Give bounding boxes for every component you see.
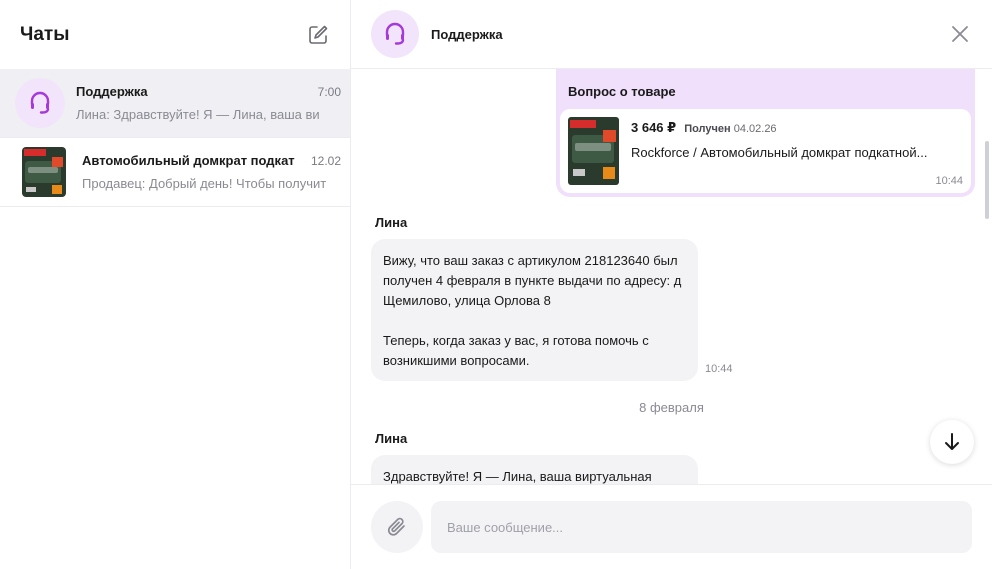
message-sender: Лина	[375, 215, 408, 230]
chat-name: Поддержка	[76, 84, 148, 99]
chat-name: Автомобильный домкрат подкат	[82, 153, 295, 168]
scroll-to-bottom-button[interactable]	[930, 420, 974, 464]
paperclip-icon	[387, 517, 405, 536]
headset-icon	[385, 22, 405, 45]
message-time: 10:44	[935, 175, 963, 187]
product-thumbnail	[22, 147, 66, 197]
compose-icon	[309, 25, 328, 44]
message-bubble: Здравствуйте! Я — Лина, ваша виртуальная	[371, 455, 698, 484]
conversation-title: Поддержка	[431, 26, 503, 42]
message-sender: Лина	[375, 431, 408, 446]
attach-button[interactable]	[371, 501, 423, 553]
product-image	[568, 117, 619, 185]
message-text: Здравствуйте! Я — Лина, ваша виртуальная	[383, 469, 652, 484]
chat-row: Автомобильный домкрат подкат 12.02	[82, 153, 341, 168]
chat-preview: Лина: Здравствуйте! Я — Лина, ваша ви	[76, 107, 320, 122]
chat-preview: Продавец: Добрый день! Чтобы получит	[82, 176, 327, 191]
close-icon	[952, 26, 968, 42]
sidebar: Чаты Поддержка 7:00 Лина: Здравствуйте! …	[0, 0, 351, 569]
product-card-label: Вопрос о товаре	[568, 84, 676, 99]
product-price: 3 646 ₽	[631, 120, 677, 135]
chat-body: Автомобильный домкрат подкат 12.02 Прода…	[82, 153, 341, 191]
chat-row: Поддержка 7:00	[76, 84, 341, 99]
order-date: 04.02.26	[733, 123, 777, 135]
product-thumbnail	[568, 117, 619, 185]
sidebar-header: Чаты	[0, 0, 350, 69]
message-time: 10:44	[705, 363, 733, 375]
message-text: Теперь, когда заказ у вас, я готова помо…	[383, 333, 649, 368]
chat-time: 7:00	[317, 85, 341, 99]
message-text: Вижу, что ваш заказ с артикулом 21812364…	[383, 253, 682, 308]
chat-item-jack[interactable]: Автомобильный домкрат подкат 12.02 Прода…	[0, 138, 350, 207]
product-title: Rockforce / Автомобильный домкрат подкат…	[631, 145, 928, 160]
order-status: Получен 04.02.26	[684, 123, 776, 135]
message-bubble: Вижу, что ваш заказ с артикулом 21812364…	[371, 239, 698, 381]
chat-time: 12.02	[310, 154, 341, 168]
conversation-header: Поддержка	[351, 0, 992, 69]
message-composer	[351, 484, 992, 569]
headset-icon	[30, 91, 50, 114]
product-question-card[interactable]: Вопрос о товаре 3 646 ₽ Получен 04.02.26…	[556, 69, 975, 197]
product-image	[22, 147, 66, 197]
close-button[interactable]	[950, 24, 970, 44]
product-info: 3 646 ₽ Получен 04.02.26 Rockforce / Авт…	[631, 117, 927, 185]
chat-body: Поддержка 7:00 Лина: Здравствуйте! Я — Л…	[76, 84, 341, 122]
product-card-body[interactable]: 3 646 ₽ Получен 04.02.26 Rockforce / Авт…	[560, 109, 971, 193]
arrow-down-icon	[945, 433, 959, 450]
scrollbar[interactable]	[985, 141, 989, 219]
conversation-panel: Поддержка Вопрос о товаре 3 646 ₽ Получе…	[351, 0, 992, 569]
message-list[interactable]: Вопрос о товаре 3 646 ₽ Получен 04.02.26…	[351, 69, 992, 484]
product-price-row: 3 646 ₽ Получен 04.02.26	[631, 120, 927, 136]
message-input[interactable]	[431, 501, 972, 553]
sidebar-title: Чаты	[20, 23, 70, 45]
date-separator: 8 февраля	[639, 400, 704, 415]
chat-item-support[interactable]: Поддержка 7:00 Лина: Здравствуйте! Я — Л…	[0, 69, 350, 138]
avatar	[371, 10, 419, 58]
chat-app: Чаты Поддержка 7:00 Лина: Здравствуйте! …	[0, 0, 992, 569]
avatar	[15, 78, 65, 128]
compose-button[interactable]	[306, 23, 330, 47]
order-status-label: Получен	[684, 123, 731, 135]
